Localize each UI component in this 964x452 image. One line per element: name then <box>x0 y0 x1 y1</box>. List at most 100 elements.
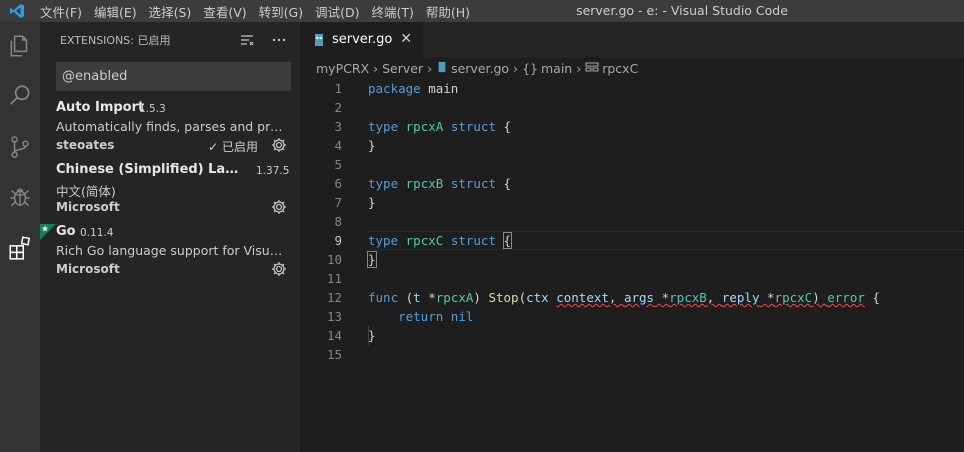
code-line[interactable]: 5 <box>300 155 964 174</box>
extensions-search-input[interactable]: @enabled <box>56 62 291 91</box>
code-text: return nil <box>398 309 474 324</box>
extension-name: Chinese (Simplified) Language Pack for V… <box>56 162 246 177</box>
code-line[interactable]: 14} <box>300 326 964 345</box>
vscode-logo-icon <box>0 0 34 22</box>
gear-icon[interactable] <box>270 198 288 216</box>
code-text: } <box>368 328 376 343</box>
menu-file[interactable]: 文件(F) <box>34 2 88 21</box>
source-control-icon[interactable] <box>0 127 40 167</box>
chevron-right-icon: › <box>513 60 519 76</box>
code-text: type rpcxB struct { <box>368 176 512 191</box>
debug-icon[interactable] <box>0 177 40 217</box>
code-line[interactable]: 1 package main <box>300 79 964 98</box>
extensions-icon[interactable] <box>0 228 40 268</box>
extension-name: Go <box>56 224 76 239</box>
extension-version: 0.11.4 <box>80 227 114 239</box>
recommended-star-icon <box>40 224 56 240</box>
extension-name: Auto Import <box>56 100 145 115</box>
code-text: package main <box>368 81 459 96</box>
code-line[interactable]: 13 return nil <box>300 307 964 326</box>
extension-description: Automatically finds, parses and provides… <box>56 119 288 134</box>
line-number: 1 <box>334 81 342 96</box>
editor-tab-bar: server.go ✕ <box>300 22 964 57</box>
extension-version: 1.37.5 <box>256 165 290 177</box>
menu-edit[interactable]: 编辑(E) <box>88 2 143 21</box>
extension-publisher: Microsoft <box>56 262 120 276</box>
tab-server-go[interactable]: server.go ✕ <box>300 22 422 57</box>
extension-description: Rich Go language support for Visual Stud… <box>56 243 288 258</box>
extension-version: 1.5.3 <box>139 103 166 115</box>
gear-icon[interactable] <box>270 136 288 154</box>
menu-debug[interactable]: 调试(D) <box>309 2 365 21</box>
extension-publisher: steoates <box>56 138 115 152</box>
explorer-icon[interactable] <box>0 26 40 66</box>
menu-view[interactable]: 查看(V) <box>197 2 252 21</box>
breadcrumb-item[interactable]: Server <box>382 61 423 76</box>
line-number: 13 <box>326 309 342 324</box>
extension-item-auto-import[interactable]: Auto Import 1.5.3 Automatically finds, p… <box>40 100 300 162</box>
line-number: 5 <box>334 157 342 172</box>
line-number: 8 <box>334 214 342 229</box>
line-number: 9 <box>334 233 342 248</box>
code-line[interactable]: 2 <box>300 98 964 117</box>
breadcrumb-item[interactable]: rpcxC <box>602 61 638 76</box>
go-file-icon <box>312 33 326 47</box>
title-bar: 文件(F) 编辑(E) 选择(S) 查看(V) 转到(G) 调试(D) 终端(T… <box>0 0 964 22</box>
breadcrumb-item[interactable]: main <box>541 61 572 76</box>
code-text: func (t *rpcxA) Stop(ctx context, args *… <box>368 290 880 305</box>
breadcrumb-item[interactable]: server.go <box>451 61 509 76</box>
line-number: 7 <box>334 195 342 210</box>
code-line[interactable]: 7} <box>300 193 964 212</box>
code-text: type rpcxC struct { <box>368 232 512 249</box>
activity-bar <box>0 22 40 452</box>
menu-bar: 文件(F) 编辑(E) 选择(S) 查看(V) 转到(G) 调试(D) 终端(T… <box>34 0 476 22</box>
code-line[interactable]: 9 type rpcxC struct { <box>300 231 964 250</box>
code-line[interactable]: 15 <box>300 345 964 364</box>
code-line[interactable]: 11 <box>300 269 964 288</box>
line-number: 12 <box>326 290 342 305</box>
line-number: 4 <box>334 138 342 153</box>
extension-item-chinese-language-pack[interactable]: Chinese (Simplified) Language Pack for V… <box>40 162 300 224</box>
menu-help[interactable]: 帮助(H) <box>420 2 476 21</box>
breadcrumb-item[interactable]: myPCRX <box>316 61 369 76</box>
code-line[interactable]: 6 type rpcxB struct { <box>300 174 964 193</box>
gear-icon[interactable] <box>270 260 288 278</box>
namespace-icon: {} <box>522 60 538 76</box>
line-number: 10 <box>326 252 342 267</box>
tab-label: server.go <box>332 32 393 47</box>
code-line[interactable]: 8 <box>300 212 964 231</box>
extension-status: ✓ 已启用 <box>208 140 258 154</box>
code-line[interactable]: 10} <box>300 250 964 269</box>
chevron-right-icon: › <box>427 60 433 76</box>
code-text: } <box>367 251 377 268</box>
extension-publisher: Microsoft <box>56 200 120 214</box>
code-text: } <box>368 195 376 210</box>
code-editor[interactable]: 1 package main 2 3 type rpcxA struct { 4} 5 6 ty… <box>300 79 964 452</box>
clear-extensions-icon[interactable] <box>238 31 256 49</box>
line-number: 14 <box>326 328 342 343</box>
close-icon[interactable]: ✕ <box>400 31 412 47</box>
code-line[interactable]: 4} <box>300 136 964 155</box>
line-number: 11 <box>326 271 342 286</box>
code-line[interactable]: 12 func (t *rpcxA) Stop(ctx context, args… <box>300 288 964 307</box>
menu-go[interactable]: 转到(G) <box>253 2 309 21</box>
line-number: 3 <box>334 119 342 134</box>
line-number: 6 <box>334 176 342 191</box>
more-actions-icon[interactable] <box>270 31 288 49</box>
extension-item-go[interactable]: Go 0.11.4 Rich Go language support for V… <box>40 224 300 286</box>
struct-icon <box>585 61 599 76</box>
sidebar-title: EXTENSIONS: 已启用 <box>60 33 171 47</box>
go-file-icon <box>436 61 448 76</box>
search-icon[interactable] <box>0 76 40 116</box>
chevron-right-icon: › <box>576 60 582 76</box>
code-line[interactable]: 3 type rpcxA struct { <box>300 117 964 136</box>
breadcrumb: myPCRX › Server › server.go › {} main › … <box>300 57 964 79</box>
code-text: } <box>368 138 376 153</box>
extensions-sidebar: EXTENSIONS: 已启用 @enabled Auto Import 1.5… <box>40 22 300 452</box>
code-text: type rpcxA struct { <box>368 119 512 134</box>
menu-terminal[interactable]: 终端(T) <box>365 2 419 21</box>
line-number: 2 <box>334 100 342 115</box>
menu-selection[interactable]: 选择(S) <box>143 2 198 21</box>
sidebar-header: EXTENSIONS: 已启用 <box>40 22 300 57</box>
extension-description: 中文(简体) <box>56 184 116 199</box>
